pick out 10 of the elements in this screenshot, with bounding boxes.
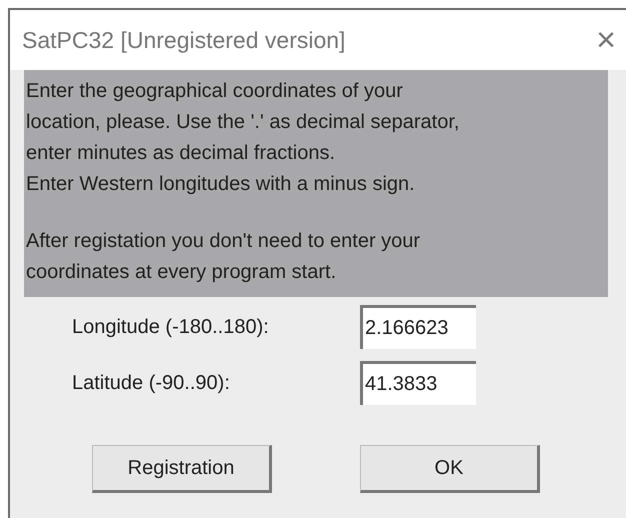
message-text: After registation you don't need to enter your coordinates at every program start. [26, 229, 422, 285]
window-title: SatPC32 [Unregistered version] [22, 26, 346, 55]
input-field[interactable]: 2.166623 [360, 305, 476, 349]
field-label: Latitude (-90..90): [72, 371, 231, 396]
dialog-button[interactable]: OK [360, 445, 540, 493]
dialog-button[interactable]: Registration [92, 445, 272, 493]
field-label: Longitude (-180..180): [72, 315, 270, 340]
input-field[interactable]: 41.3833 [360, 361, 476, 405]
message-text: Enter the geographical coordinates of your location, please. Use the '.' as decimal separator, enter minutes as decimal fractions. Enter Western longitudes with a minus sign. [26, 79, 460, 197]
close-button[interactable]: × [596, 23, 616, 57]
